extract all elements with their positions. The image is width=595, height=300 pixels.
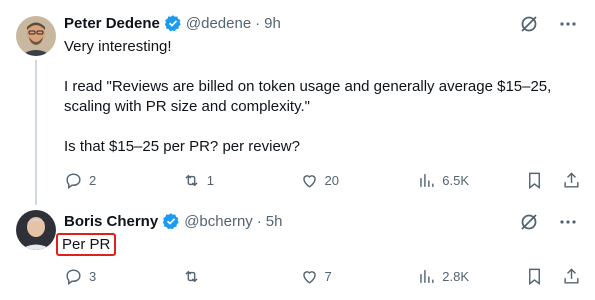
tweet-time[interactable]: 5h [266, 213, 283, 230]
reply-button[interactable]: 2 [64, 171, 164, 190]
text-line: Is that $15–25 per PR? per review? [64, 138, 300, 155]
grok-icon[interactable] [519, 212, 539, 232]
share-icon[interactable] [562, 171, 581, 190]
like-button[interactable]: 20 [300, 171, 400, 190]
top-icons [519, 14, 577, 34]
verified-badge-icon [163, 213, 179, 230]
author-handle[interactable]: @bcherny [184, 213, 253, 230]
views-button[interactable]: 2.8K [417, 267, 507, 286]
repost-icon [185, 270, 198, 282]
avatar-boris[interactable] [16, 210, 56, 250]
text-line [64, 57, 551, 77]
repost-count: 1 [206, 172, 214, 188]
tweet-text: Very interesting! I read "Reviews are bi… [64, 37, 551, 157]
share-icon[interactable] [562, 267, 581, 286]
views-icon [420, 269, 434, 283]
author-name[interactable]: Boris Cherny [64, 213, 158, 230]
right-actions [525, 171, 581, 190]
bookmark-icon[interactable] [525, 171, 544, 190]
reply-icon [66, 172, 81, 189]
views-icon [420, 173, 434, 187]
tweet-time[interactable]: 9h [264, 15, 281, 32]
views-count: 2.8K [442, 268, 469, 284]
repost-button[interactable] [182, 267, 282, 286]
more-icon[interactable] [559, 15, 577, 33]
thread-line [35, 60, 37, 205]
repost-button[interactable]: 1 [182, 171, 282, 190]
verified-badge-icon [164, 15, 181, 32]
tweet-header: Peter Dedene @dedene · 9h [64, 14, 281, 32]
tweet-text: Per PR [56, 233, 117, 256]
reply-button[interactable]: 3 [64, 267, 164, 286]
highlighted-reply-text: Per PR [56, 233, 117, 256]
action-bar: 3 7 2.8K [64, 264, 581, 288]
author-name[interactable]: Peter Dedene [64, 15, 160, 32]
views-button[interactable]: 6.5K [417, 171, 507, 190]
tweet-1: Peter Dedene @dedene · 9h Very interesti… [0, 0, 595, 205]
like-button[interactable]: 7 [300, 267, 400, 286]
reply-count: 2 [89, 172, 97, 188]
separator-dot: · [255, 14, 261, 32]
views-count: 6.5K [442, 172, 469, 188]
reply-icon [66, 268, 81, 285]
like-icon [302, 270, 316, 284]
separator-dot: · [256, 212, 262, 230]
more-icon[interactable] [559, 213, 577, 231]
text-line: scaling with PR size and complexity." [64, 98, 310, 115]
tweet-header: Boris Cherny @bcherny · 5h [64, 212, 282, 230]
top-icons [519, 212, 577, 232]
text-line: Very interesting! [64, 38, 172, 55]
author-handle[interactable]: @dedene [186, 15, 251, 32]
reply-count: 3 [89, 268, 97, 284]
like-count: 7 [324, 268, 332, 284]
text-line: I read "Reviews are billed on token usag… [64, 78, 552, 95]
action-bar: 2 1 20 6.5K [64, 168, 581, 192]
like-count: 20 [324, 172, 339, 188]
like-icon [302, 174, 316, 188]
bookmark-icon[interactable] [525, 267, 544, 286]
avatar-peter[interactable] [16, 16, 56, 56]
tweet-2: Boris Cherny @bcherny · 5h Per PR 3 7 2.… [0, 200, 595, 300]
right-actions [525, 267, 581, 286]
text-line [64, 117, 551, 137]
repost-icon [185, 174, 198, 186]
grok-icon[interactable] [519, 14, 539, 34]
